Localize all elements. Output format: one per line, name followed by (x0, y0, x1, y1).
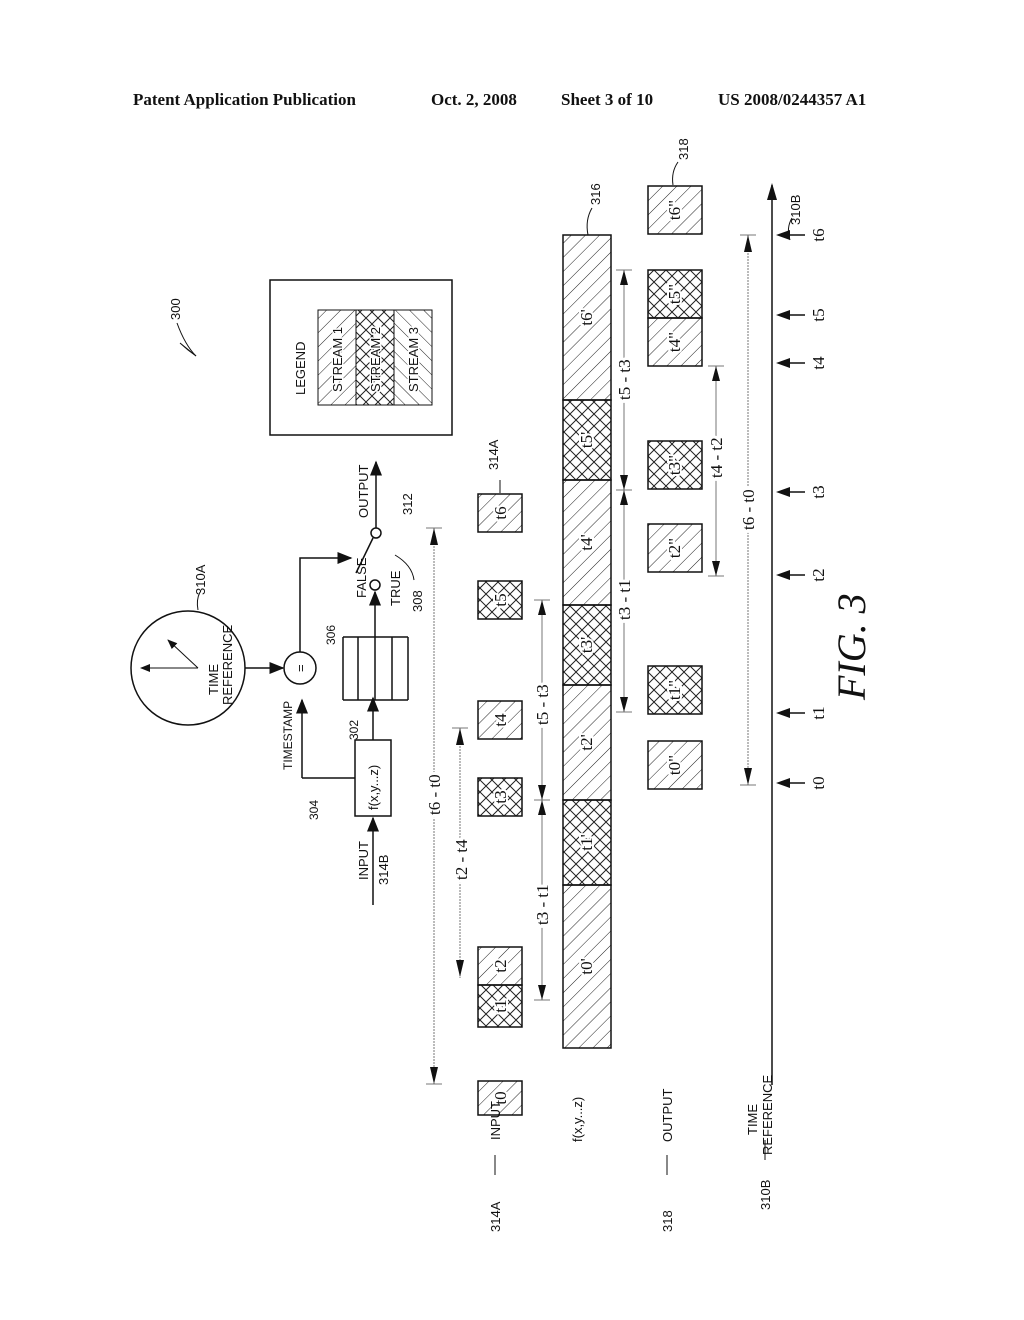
svg-text:304: 304 (307, 800, 321, 820)
time-tick-label: t6 (809, 228, 828, 241)
input-packet-label: t2 (491, 959, 510, 972)
input-packet-label: t4 (491, 713, 510, 727)
interval-func-b: t5 - t3 (530, 599, 555, 800)
time-tick-label: t3 (809, 485, 828, 498)
svg-text:TIME: TIME (206, 664, 221, 695)
svg-text:TRUE: TRUE (388, 570, 403, 606)
svg-text:TIME: TIME (745, 1104, 760, 1135)
switch-output-contact (370, 527, 382, 539)
svg-text:f(x,y...z): f(x,y...z) (570, 1097, 585, 1142)
svg-text:310B: 310B (758, 1180, 773, 1210)
svg-text:316: 316 (588, 183, 603, 205)
svg-text:310A: 310A (193, 564, 208, 595)
svg-text:t5 - t3: t5 - t3 (533, 684, 552, 725)
interval-output-gap: t4 - t2 (704, 365, 729, 577)
svg-text:t6 - t0: t6 - t0 (739, 489, 758, 530)
svg-text:=: = (293, 664, 308, 672)
time-tick-label: t1 (809, 706, 828, 719)
patent-figure: 300 LEGEND STREAM 1 STREAM 2 STREAM 3 TI… (130, 138, 874, 1233)
interval-input-total: t6 - t0 (422, 527, 447, 1085)
interval-func-d: t5 - t3 (612, 269, 637, 490)
switch-true-contact (369, 579, 381, 591)
row-label-input: 314A INPUT (488, 1101, 503, 1232)
figure-ref-300: 300 (168, 298, 197, 357)
input-packet-label: t3 (491, 790, 510, 803)
interval-func-c: t3 - t1 (612, 489, 637, 713)
svg-text:f(x,y...z): f(x,y...z) (366, 765, 381, 810)
output-row: t0" t1" t2" t3" t4" t5" t6" (647, 185, 703, 790)
function-segment-label: t1' (577, 834, 596, 850)
svg-text:OUTPUT: OUTPUT (356, 465, 371, 519)
svg-text:312: 312 (400, 493, 415, 515)
svg-text:318: 318 (660, 1210, 675, 1232)
input-packet-label: t5 (491, 593, 510, 606)
legend-title: LEGEND (293, 342, 308, 395)
svg-text:REFERENCE: REFERENCE (220, 624, 235, 705)
function-segment-label: t5' (577, 432, 596, 448)
time-tick-label: t5 (809, 308, 828, 321)
function-segment-label: t2' (577, 734, 596, 750)
svg-text:t5 - t3: t5 - t3 (615, 359, 634, 400)
svg-text:318: 318 (676, 138, 691, 160)
svg-text:STREAM 3: STREAM 3 (406, 327, 421, 392)
buffer-queue (342, 636, 409, 701)
input-packet-label: t1 (491, 999, 510, 1012)
time-tick-label: t2 (809, 568, 828, 581)
svg-text:STREAM 2: STREAM 2 (368, 327, 383, 392)
svg-text:STREAM 1: STREAM 1 (330, 327, 345, 392)
function-segment-label: t0' (577, 958, 596, 974)
output-packet-label: t1" (665, 680, 684, 700)
input-row-ref: 314A (486, 439, 501, 470)
output-packet-label: t0" (665, 755, 684, 775)
function-segment-label: t3' (577, 637, 596, 653)
figure-caption: FIG. 3 (829, 593, 874, 701)
svg-text:INPUT: INPUT (488, 1101, 503, 1140)
svg-text:t3 - t1: t3 - t1 (615, 579, 634, 620)
function-bar: t0' t1' t2' t3' t4' t5' t6' (562, 234, 612, 1049)
svg-text:t4 - t2: t4 - t2 (707, 437, 726, 478)
svg-text:t2 - t4: t2 - t4 (452, 839, 471, 880)
time-axis (767, 183, 777, 1085)
input-packet-label: t6 (491, 506, 510, 519)
svg-text:300: 300 (168, 298, 183, 320)
interval-func-a: t3 - t1 (530, 799, 555, 1001)
svg-text:OUTPUT: OUTPUT (660, 1089, 675, 1143)
output-packet-label: t6" (665, 200, 684, 220)
svg-text:314B: 314B (376, 855, 391, 885)
block-diagram: TIME REFERENCE 310A = TIMESTAMP 304 f(x,… (130, 460, 425, 905)
row-label-output: 318 OUTPUT (660, 1089, 675, 1233)
interval-time-total: t6 - t0 (736, 234, 761, 786)
time-tick-label: t0 (809, 776, 828, 789)
svg-text:308: 308 (410, 590, 425, 612)
time-tick-label: t4 (809, 356, 828, 370)
svg-text:306: 306 (324, 625, 338, 645)
output-packet-label: t4" (665, 332, 684, 352)
function-segment-label: t6' (577, 309, 596, 325)
svg-text:t6 - t0: t6 - t0 (425, 774, 444, 815)
time-ticks: t0 t1 t2 t3 t4 t5 t6 (776, 226, 830, 792)
svg-text:INPUT: INPUT (356, 841, 371, 880)
row-label-time: 310B TIME REFERENCE (745, 1074, 775, 1210)
svg-text:REFERENCE: REFERENCE (760, 1074, 775, 1155)
output-packet-label: t2" (665, 538, 684, 558)
svg-text:302: 302 (347, 720, 361, 740)
legend: LEGEND STREAM 1 STREAM 2 STREAM 3 (269, 279, 453, 436)
svg-text:314A: 314A (488, 1201, 503, 1232)
output-packet-label: t3" (665, 455, 684, 475)
interval-input-gap: t2 - t4 (449, 727, 474, 978)
input-row: t0t1t2t3t4t5t6314A (477, 439, 523, 1116)
svg-text:FALSE: FALSE (354, 557, 369, 598)
svg-text:t3 - t1: t3 - t1 (533, 884, 552, 925)
svg-text:TIMESTAMP: TIMESTAMP (281, 701, 295, 770)
function-segment-label: t4' (577, 534, 596, 550)
output-packet-label: t5" (665, 284, 684, 304)
row-label-function: f(x,y...z) (570, 1097, 585, 1142)
